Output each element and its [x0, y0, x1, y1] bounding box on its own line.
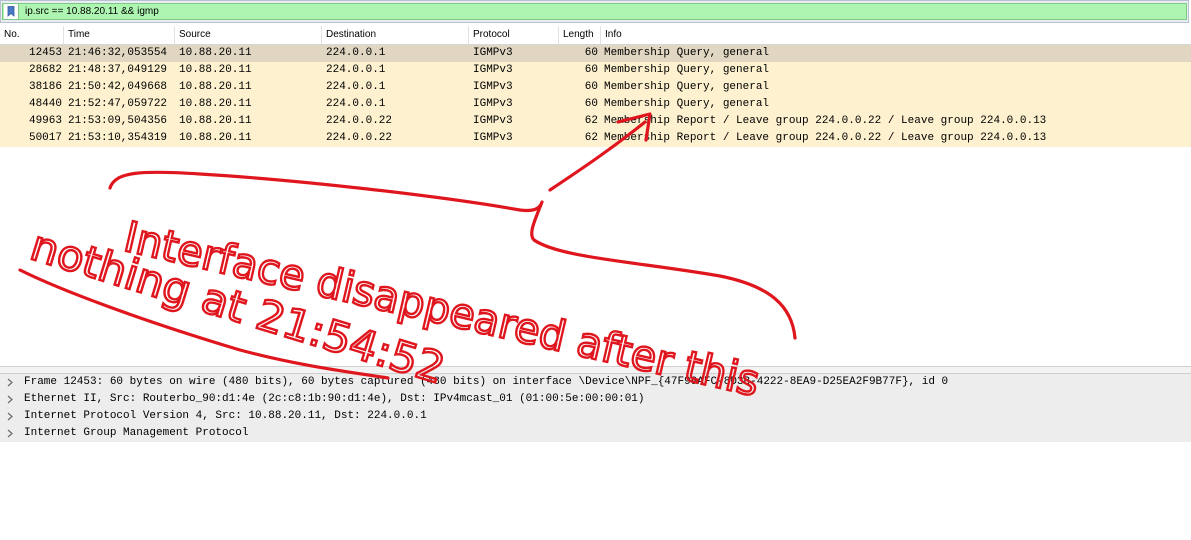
cell-time: 21:50:42,049668 — [68, 81, 168, 93]
cell-info: Membership Query, general — [604, 47, 770, 59]
packet-row[interactable]: 38186 21:50:42,049668 10.88.20.11 224.0.… — [0, 79, 1191, 96]
cell-protocol: IGMPv3 — [473, 132, 513, 144]
chevron-right-icon[interactable] — [6, 429, 14, 438]
cell-protocol: IGMPv3 — [473, 81, 513, 93]
cell-time: 21:46:32,053554 — [68, 47, 168, 59]
cell-source: 10.88.20.11 — [179, 132, 252, 144]
cell-no: 28682 — [28, 64, 62, 76]
cell-destination: 224.0.0.1 — [326, 47, 386, 59]
detail-frame-text: Frame 12453: 60 bytes on wire (480 bits)… — [24, 376, 949, 388]
cell-destination: 224.0.0.1 — [326, 64, 386, 76]
chevron-right-icon[interactable] — [6, 412, 14, 421]
cell-time: 21:52:47,059722 — [68, 98, 168, 110]
cell-no: 50017 — [28, 132, 62, 144]
packet-row[interactable]: 50017 21:53:10,354319 10.88.20.11 224.0.… — [0, 130, 1191, 147]
packet-details-pane: Frame 12453: 60 bytes on wire (480 bits)… — [0, 374, 1191, 540]
detail-igmp-text: Internet Group Management Protocol — [24, 427, 249, 439]
packet-rows: 12453 21:46:32,053554 10.88.20.11 224.0.… — [0, 45, 1191, 147]
packet-row[interactable]: 28682 21:48:37,049129 10.88.20.11 224.0.… — [0, 62, 1191, 79]
cell-no: 48440 — [28, 98, 62, 110]
packet-row[interactable]: 12453 21:46:32,053554 10.88.20.11 224.0.… — [0, 45, 1191, 62]
packet-row[interactable]: 49963 21:53:09,504356 10.88.20.11 224.0.… — [0, 113, 1191, 130]
cell-no: 38186 — [28, 81, 62, 93]
packet-details-tree: Frame 12453: 60 bytes on wire (480 bits)… — [0, 374, 1191, 442]
pane-splitter[interactable] — [0, 366, 1191, 374]
cell-source: 10.88.20.11 — [179, 81, 252, 93]
cell-source: 10.88.20.11 — [179, 115, 252, 127]
cell-length: 62 — [584, 115, 598, 127]
cell-no: 49963 — [28, 115, 62, 127]
detail-ethernet[interactable]: Ethernet II, Src: Routerbo_90:d1:4e (2c:… — [0, 391, 1191, 408]
cell-length: 60 — [584, 64, 598, 76]
detail-ethernet-text: Ethernet II, Src: Routerbo_90:d1:4e (2c:… — [24, 393, 645, 405]
cell-protocol: IGMPv3 — [473, 98, 513, 110]
packet-list-header: No. Time Source Destination Protocol Len… — [0, 26, 1191, 45]
cell-source: 10.88.20.11 — [179, 47, 252, 59]
cell-time: 21:53:09,504356 — [68, 115, 168, 127]
display-filter-bar: ip.src == 10.88.20.11 && igmp — [0, 0, 1189, 23]
column-header-no[interactable]: No. — [0, 26, 64, 44]
detail-ipv4-text: Internet Protocol Version 4, Src: 10.88.… — [24, 410, 427, 422]
column-header-protocol[interactable]: Protocol — [469, 26, 559, 44]
cell-protocol: IGMPv3 — [473, 47, 513, 59]
cell-protocol: IGMPv3 — [473, 115, 513, 127]
detail-igmp[interactable]: Internet Group Management Protocol — [0, 425, 1191, 442]
cell-info: Membership Query, general — [604, 81, 770, 93]
chevron-right-icon[interactable] — [6, 395, 14, 404]
cell-info: Membership Report / Leave group 224.0.0.… — [604, 115, 1047, 127]
cell-info: Membership Query, general — [604, 98, 770, 110]
packet-row[interactable]: 48440 21:52:47,059722 10.88.20.11 224.0.… — [0, 96, 1191, 113]
cell-destination: 224.0.0.1 — [326, 81, 386, 93]
column-header-length[interactable]: Length — [559, 26, 601, 44]
filter-expression: ip.src == 10.88.20.11 && igmp — [25, 6, 159, 17]
column-header-source[interactable]: Source — [175, 26, 322, 44]
bookmark-icon[interactable] — [4, 4, 19, 19]
cell-destination: 224.0.0.22 — [326, 132, 393, 144]
chevron-right-icon[interactable] — [6, 378, 14, 387]
cell-length: 62 — [584, 132, 598, 144]
column-header-info[interactable]: Info — [601, 26, 1191, 44]
packet-list: No. Time Source Destination Protocol Len… — [0, 26, 1191, 366]
cell-length: 60 — [584, 47, 598, 59]
cell-info: Membership Query, general — [604, 64, 770, 76]
detail-frame[interactable]: Frame 12453: 60 bytes on wire (480 bits)… — [0, 374, 1191, 391]
cell-time: 21:53:10,354319 — [68, 132, 168, 144]
cell-destination: 224.0.0.22 — [326, 115, 393, 127]
cell-destination: 224.0.0.1 — [326, 98, 386, 110]
column-header-destination[interactable]: Destination — [322, 26, 469, 44]
cell-length: 60 — [584, 81, 598, 93]
cell-source: 10.88.20.11 — [179, 64, 252, 76]
display-filter-input[interactable]: ip.src == 10.88.20.11 && igmp — [2, 3, 1187, 20]
cell-time: 21:48:37,049129 — [68, 64, 168, 76]
cell-length: 60 — [584, 98, 598, 110]
wireshark-window: ip.src == 10.88.20.11 && igmp No. Time S… — [0, 0, 1191, 540]
cell-no: 12453 — [28, 47, 62, 59]
cell-info: Membership Report / Leave group 224.0.0.… — [604, 132, 1047, 144]
column-header-time[interactable]: Time — [64, 26, 175, 44]
cell-protocol: IGMPv3 — [473, 64, 513, 76]
detail-ipv4[interactable]: Internet Protocol Version 4, Src: 10.88.… — [0, 408, 1191, 425]
cell-source: 10.88.20.11 — [179, 98, 252, 110]
